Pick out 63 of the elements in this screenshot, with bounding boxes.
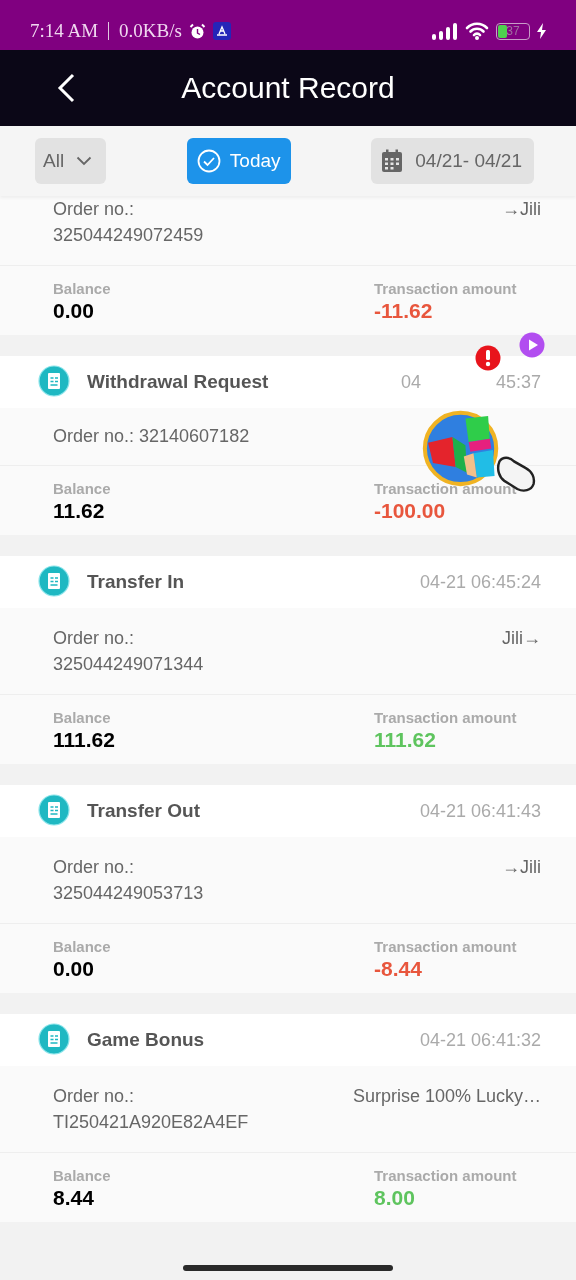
transaction-amount: 111.62 bbox=[374, 728, 436, 752]
record-time: 04-21 06:45:24 bbox=[419, 571, 541, 593]
wifi-icon bbox=[465, 22, 489, 40]
transaction-amount: -8.44 bbox=[374, 957, 422, 981]
balance-value: 8.44 bbox=[53, 1186, 94, 1210]
transaction-amount: 8.00 bbox=[374, 1186, 415, 1210]
record-time: 04-21 06:41:43 bbox=[419, 800, 541, 822]
status-time: 7:14 AM bbox=[30, 20, 99, 42]
amount-label: Transaction amount bbox=[374, 280, 517, 297]
order-label: Order no.: bbox=[53, 857, 136, 878]
record-time: 04 bbox=[400, 371, 421, 393]
record-note: →Jili bbox=[502, 857, 541, 878]
play-icon[interactable] bbox=[519, 332, 545, 358]
amount-label: Transaction amount bbox=[374, 709, 517, 726]
order-number: TI250421A920E82A4EF bbox=[53, 1112, 249, 1133]
record-time: 04-21 06:41:32 bbox=[419, 1029, 541, 1051]
balance-value: 0.00 bbox=[53, 299, 94, 323]
balance-label: Balance bbox=[53, 938, 111, 955]
order-number: Order no.: 32140607182 bbox=[53, 426, 250, 447]
calendar-icon bbox=[381, 149, 404, 173]
date-range-button[interactable]: 04/21- 04/21 bbox=[371, 138, 534, 184]
record-title: Transfer In bbox=[87, 571, 185, 593]
signal-icon bbox=[432, 22, 458, 40]
receipt-icon bbox=[38, 794, 70, 828]
record-time: 45:37 bbox=[495, 371, 541, 393]
record-title: Transfer Out bbox=[87, 800, 200, 822]
receipt-icon bbox=[38, 565, 70, 599]
charging-icon bbox=[537, 23, 546, 39]
balance-label: Balance bbox=[53, 280, 111, 297]
record-title: Game Bonus bbox=[87, 1029, 205, 1051]
order-label: Order no.: bbox=[53, 1086, 136, 1107]
battery-indicator: 37 bbox=[496, 22, 530, 40]
today-button[interactable]: Today bbox=[186, 138, 291, 184]
record-note: Jili→ bbox=[502, 628, 541, 649]
type-dropdown[interactable]: All bbox=[35, 138, 107, 184]
caret-icon bbox=[76, 156, 93, 166]
app-notification-icon bbox=[212, 22, 231, 40]
amount-label: Transaction amount bbox=[374, 938, 517, 955]
order-number: 325044249072459 bbox=[53, 225, 204, 246]
balance-label: Balance bbox=[53, 480, 111, 497]
order-label: Order no.: bbox=[53, 199, 136, 220]
page-title: Account Record bbox=[181, 71, 395, 105]
back-icon[interactable] bbox=[57, 73, 75, 103]
amount-label: Transaction amount bbox=[374, 1167, 517, 1184]
record-note: Surprise 100% Lucky… bbox=[352, 1086, 541, 1107]
balance-label: Balance bbox=[53, 1167, 111, 1184]
amount-label: Transaction amount bbox=[374, 480, 517, 497]
balance-value: 0.00 bbox=[53, 957, 94, 981]
balance-value: 111.62 bbox=[53, 728, 115, 752]
transaction-amount: -100.00 bbox=[374, 499, 446, 523]
balance-value: 11.62 bbox=[53, 499, 105, 523]
record-title: Withdrawal Request bbox=[87, 371, 269, 393]
receipt-icon bbox=[38, 1023, 70, 1057]
transaction-amount: -11.62 bbox=[374, 299, 433, 323]
check-circle-icon bbox=[196, 149, 221, 173]
order-number: 325044249071344 bbox=[53, 654, 204, 675]
receipt-icon bbox=[38, 365, 70, 399]
alarm-clock-icon bbox=[188, 22, 206, 40]
order-number: 325044249053713 bbox=[53, 883, 204, 904]
network-speed: 0.0KB/s bbox=[119, 20, 182, 42]
order-label: Order no.: bbox=[53, 628, 136, 649]
record-note: →Jili bbox=[502, 199, 541, 220]
balance-label: Balance bbox=[53, 709, 111, 726]
